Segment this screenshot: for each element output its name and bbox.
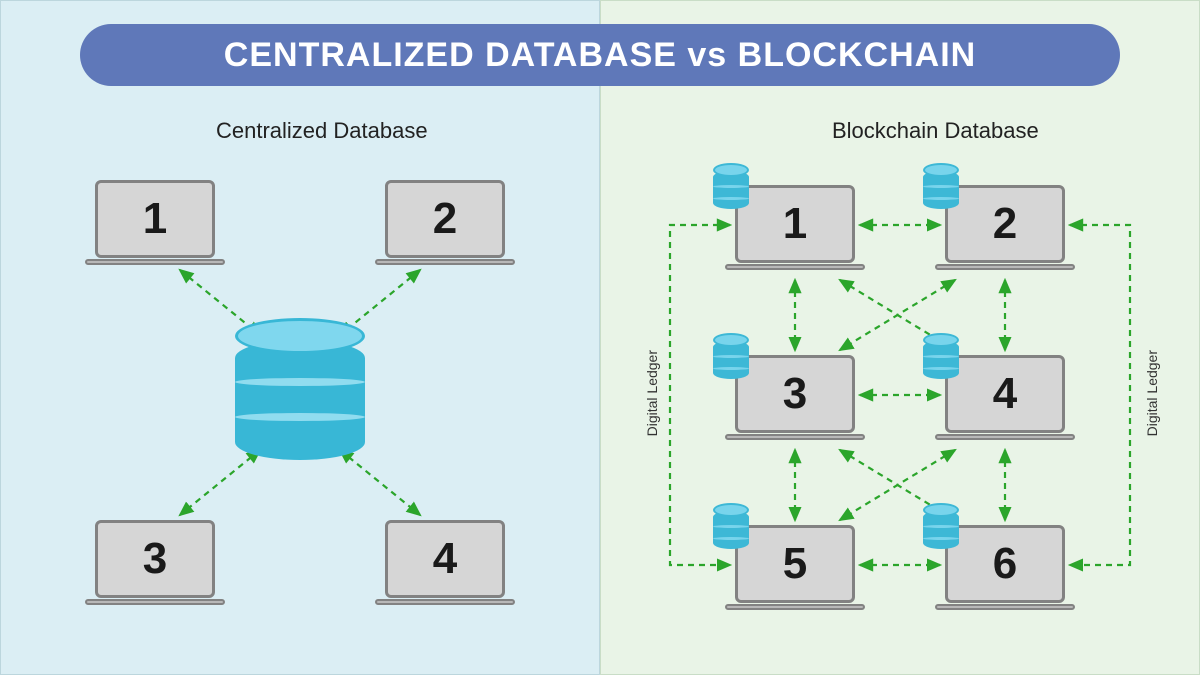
- central-database-icon: [235, 318, 365, 463]
- main-title: CENTRALIZED DATABASE vs BLOCKCHAIN: [224, 36, 976, 75]
- blockchain-node: 3: [735, 355, 855, 445]
- node-number: 4: [433, 534, 457, 584]
- laptop-node: 1: [95, 180, 215, 270]
- ledger-icon: [713, 503, 749, 549]
- node-number: 3: [143, 534, 167, 584]
- node-number: 1: [143, 194, 167, 244]
- blockchain-node: 1: [735, 185, 855, 275]
- node-number: 2: [433, 194, 457, 244]
- heading-blockchain: Blockchain Database: [832, 118, 1039, 144]
- diagram-canvas: CENTRALIZED DATABASE vs BLOCKCHAIN Centr…: [0, 0, 1200, 675]
- blockchain-node: 4: [945, 355, 1065, 445]
- ledger-label-right: Digital Ledger: [1144, 350, 1160, 436]
- node-number: 1: [783, 199, 807, 249]
- main-title-bar: CENTRALIZED DATABASE vs BLOCKCHAIN: [80, 24, 1120, 86]
- heading-centralized: Centralized Database: [216, 118, 428, 144]
- node-number: 6: [993, 539, 1017, 589]
- laptop-node: 2: [385, 180, 505, 270]
- blockchain-node: 5: [735, 525, 855, 615]
- node-number: 3: [783, 369, 807, 419]
- laptop-node: 3: [95, 520, 215, 610]
- ledger-icon: [923, 333, 959, 379]
- node-number: 5: [783, 539, 807, 589]
- blockchain-node: 2: [945, 185, 1065, 275]
- ledger-icon: [713, 163, 749, 209]
- ledger-label-left: Digital Ledger: [644, 350, 660, 436]
- node-number: 2: [993, 199, 1017, 249]
- ledger-icon: [923, 503, 959, 549]
- ledger-icon: [923, 163, 959, 209]
- laptop-node: 4: [385, 520, 505, 610]
- node-number: 4: [993, 369, 1017, 419]
- panel-blockchain: [600, 0, 1200, 675]
- ledger-icon: [713, 333, 749, 379]
- blockchain-node: 6: [945, 525, 1065, 615]
